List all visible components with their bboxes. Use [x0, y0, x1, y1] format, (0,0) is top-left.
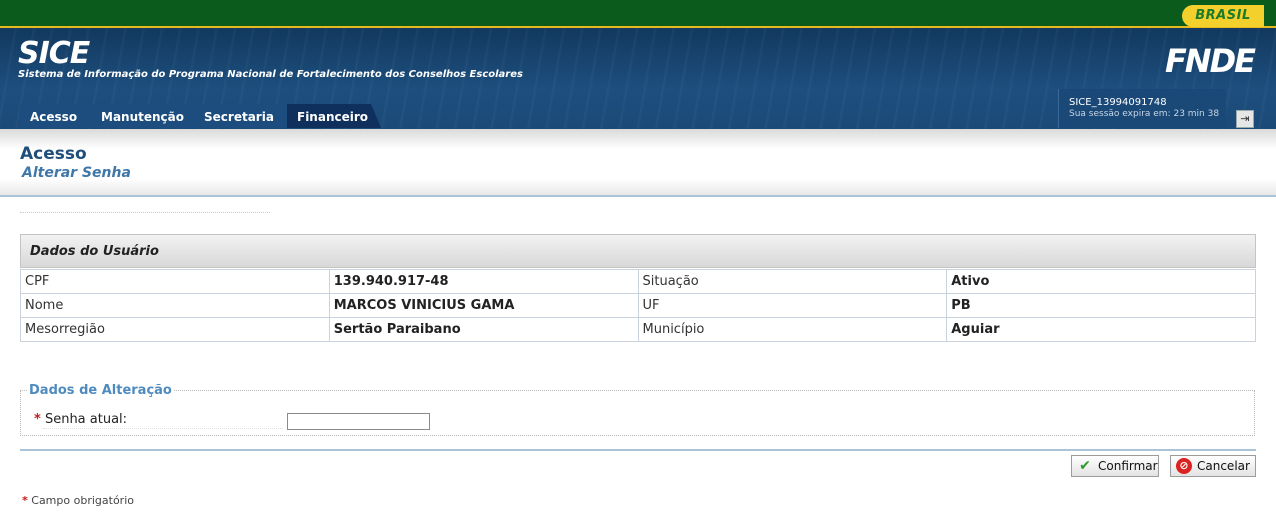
form-divider: [20, 449, 1256, 451]
change-data-fieldset: Dados de Alteração * Senha atual:: [20, 383, 1255, 436]
session-info: SICE_13994091748 Sua sessão expira em: 2…: [1058, 89, 1226, 128]
session-expiry: Sua sessão expira em: 23 min 38: [1069, 109, 1220, 119]
required-field-note: * Campo obrigatório: [22, 494, 134, 507]
cancel-label: Cancelar: [1197, 459, 1250, 473]
cancel-icon: ⊘: [1176, 458, 1192, 474]
label-dotted-line: [43, 428, 283, 429]
tab-acesso[interactable]: Acesso: [20, 104, 101, 128]
mesorregiao-value: Sertão Paraibano: [328, 317, 639, 342]
uf-value: PB: [946, 293, 1256, 318]
page-header: Acesso Alterar Senha: [0, 129, 1276, 197]
dotted-divider: [20, 212, 270, 213]
confirm-label: Confirmar: [1098, 459, 1158, 473]
nome-label: Nome: [20, 293, 330, 318]
user-info-table: CPF 139.940.917-48 Situação Ativo Nome M…: [20, 269, 1256, 342]
table-row: CPF 139.940.917-48 Situação Ativo: [20, 269, 1256, 294]
table-row: Mesorregião Sertão Paraibano Município A…: [20, 317, 1256, 342]
current-password-text: Senha atual:: [44, 412, 128, 427]
current-password-label: * Senha atual:: [34, 412, 127, 427]
nome-value: MARCOS VINICIUS GAMA: [328, 293, 639, 318]
logout-icon[interactable]: ⇥: [1236, 110, 1254, 128]
page-title: Acesso: [20, 144, 87, 164]
user-data-panel: Dados do Usuário CPF 139.940.917-48 Situ…: [20, 234, 1256, 342]
required-mark: *: [34, 412, 41, 427]
session-id: SICE_13994091748: [1069, 97, 1167, 108]
cpf-label: CPF: [20, 269, 330, 294]
uf-label: UF: [637, 293, 948, 318]
cpf-value: 139.940.917-48: [328, 269, 639, 294]
table-row: Nome MARCOS VINICIUS GAMA UF PB: [20, 293, 1256, 318]
municipio-label: Município: [637, 317, 948, 342]
brasil-logo[interactable]: BRASIL: [1182, 5, 1264, 27]
municipio-value: Aguiar: [946, 317, 1256, 342]
app-name: SICE: [18, 36, 90, 71]
check-icon: ✔: [1079, 458, 1091, 474]
app-subtitle: Sistema de Informação do Programa Nacion…: [18, 69, 523, 80]
required-note-text: Campo obrigatório: [31, 494, 134, 507]
tab-secretaria[interactable]: Secretaria: [194, 104, 297, 128]
required-mark: *: [22, 494, 28, 507]
mesorregiao-label: Mesorregião: [20, 317, 330, 342]
situacao-value: Ativo: [946, 269, 1256, 294]
change-data-legend: Dados de Alteração: [29, 383, 172, 398]
situacao-label: Situação: [637, 269, 948, 294]
current-password-input[interactable]: [287, 413, 430, 430]
tab-financeiro[interactable]: Financeiro: [287, 104, 381, 128]
user-panel-title: Dados do Usuário: [20, 234, 1256, 268]
page-subtitle: Alterar Senha: [22, 165, 131, 181]
government-bar: BRASIL: [0, 0, 1276, 28]
app-header: SICE Sistema de Informação do Programa N…: [0, 28, 1276, 129]
fnde-logo: FNDE: [1164, 42, 1256, 80]
cancel-button[interactable]: ⊘ Cancelar: [1170, 455, 1256, 477]
confirm-button[interactable]: ✔ Confirmar: [1071, 455, 1159, 477]
header-divider: [0, 195, 1276, 197]
tab-manutencao[interactable]: Manutenção: [91, 104, 203, 128]
